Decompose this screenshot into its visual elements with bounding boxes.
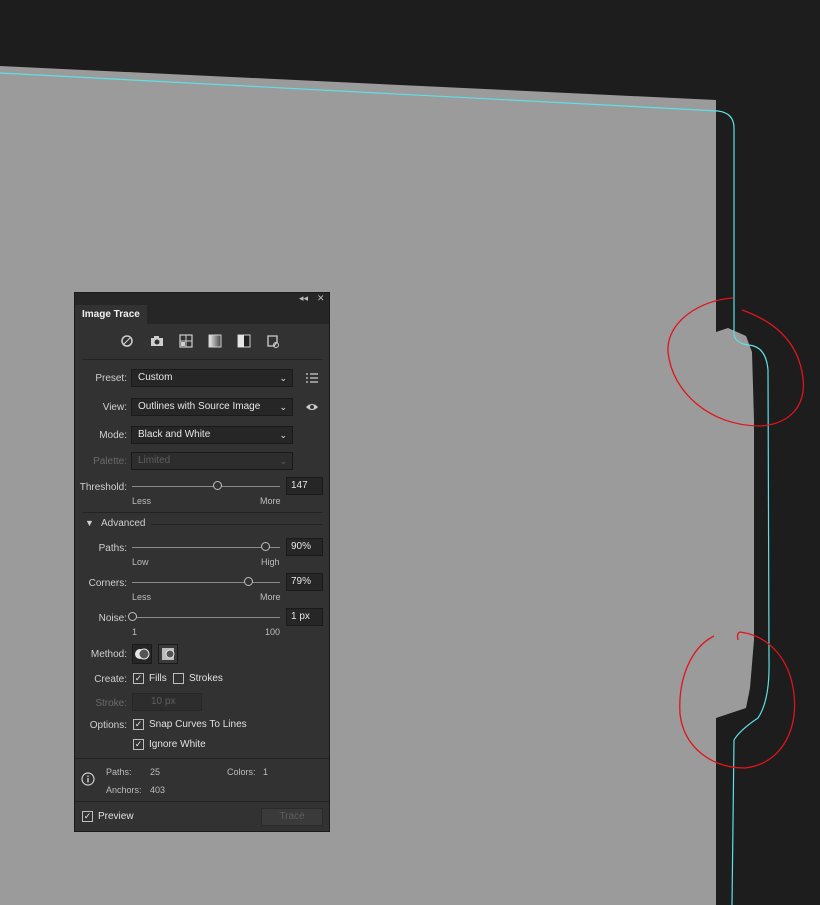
fills-checkbox[interactable]: ✓ xyxy=(133,673,144,684)
grayscale-icon[interactable] xyxy=(207,333,223,349)
collapse-icon[interactable]: ◂◂ xyxy=(299,293,308,304)
fills-label: Fills xyxy=(149,673,167,684)
palette-value: Limited xyxy=(138,455,171,466)
divider xyxy=(83,512,323,513)
info-icon xyxy=(81,772,95,786)
paths-slider-handle[interactable] xyxy=(260,542,270,551)
snap-curves-checkbox[interactable]: ✓ xyxy=(133,719,144,730)
preview-label: Preview xyxy=(98,811,134,822)
mode-value: Black and White xyxy=(138,429,211,440)
noise-label: Noise: xyxy=(98,613,127,624)
close-icon[interactable]: ✕ xyxy=(317,293,325,304)
advanced-label: Advanced xyxy=(101,518,146,529)
threshold-slider[interactable] xyxy=(132,481,280,490)
chevron-down-icon: ⌄ xyxy=(279,456,287,466)
threshold-label: Threshold: xyxy=(79,482,127,493)
noise-max-label: 100 xyxy=(265,627,281,637)
strokes-label: Strokes xyxy=(189,673,223,684)
create-label: Create: xyxy=(94,674,127,685)
threshold-max-label: More xyxy=(260,496,281,506)
threshold-min-label: Less xyxy=(132,496,152,506)
corners-slider-handle[interactable] xyxy=(244,577,254,586)
chevron-down-icon: ⌄ xyxy=(279,430,287,440)
ignore-white-checkbox[interactable]: ✓ xyxy=(133,739,144,750)
view-dropdown[interactable]: Outlines with Source Image ⌄ xyxy=(131,398,293,416)
divider xyxy=(83,359,323,360)
panel-tabbar: Image Trace xyxy=(75,305,329,324)
method-label: Method: xyxy=(90,649,127,660)
paths-max-label: High xyxy=(261,557,280,567)
stroke-label: Stroke: xyxy=(95,698,127,709)
palette-label: Palette: xyxy=(93,456,127,467)
auto-color-icon[interactable] xyxy=(119,333,135,349)
paths-min-label: Low xyxy=(132,557,149,567)
preview-checkbox[interactable]: ✓ xyxy=(82,811,93,822)
chevron-down-icon: ⌄ xyxy=(279,402,287,412)
mode-label: Mode: xyxy=(99,430,127,441)
options-label: Options: xyxy=(89,720,127,731)
black-white-icon[interactable] xyxy=(236,333,252,349)
panel-titlebar: ◂◂ ✕ xyxy=(75,293,329,305)
info-colors-label: Colors: xyxy=(227,767,256,777)
low-color-icon[interactable] xyxy=(178,333,194,349)
info-paths-value: 25 xyxy=(150,767,161,777)
method-abutting-button[interactable] xyxy=(132,644,152,664)
divider xyxy=(151,524,323,525)
palette-dropdown: Limited ⌄ xyxy=(131,452,293,470)
triangle-down-icon: ▼ xyxy=(85,518,94,528)
divider xyxy=(75,758,329,759)
threshold-slider-handle[interactable] xyxy=(212,481,222,490)
info-anchors-value: 403 xyxy=(150,785,166,795)
corners-min-label: Less xyxy=(132,592,152,602)
preset-manager-icon[interactable] xyxy=(306,372,318,384)
snap-curves-label: Snap Curves To Lines xyxy=(149,719,247,730)
chevron-down-icon: ⌄ xyxy=(279,373,287,383)
trace-button: Trace xyxy=(261,808,323,826)
method-overlapping-button[interactable] xyxy=(158,644,178,664)
abutting-icon xyxy=(135,648,150,660)
paths-input[interactable]: 90% xyxy=(286,538,323,556)
divider xyxy=(75,801,329,802)
preset-value: Custom xyxy=(138,372,173,383)
corners-input[interactable]: 79% xyxy=(286,573,323,591)
noise-min-label: 1 xyxy=(132,627,138,637)
corners-max-label: More xyxy=(260,592,281,602)
corners-label: Corners: xyxy=(88,578,127,589)
info-paths-label: Paths: xyxy=(106,767,132,777)
corners-slider[interactable] xyxy=(132,577,280,586)
image-trace-panel: ◂◂ ✕ Image Trace Preset: Custom ⌄ View: … xyxy=(74,292,330,832)
overlapping-icon xyxy=(162,648,175,660)
mode-dropdown[interactable]: Black and White ⌄ xyxy=(131,426,293,444)
preset-dropdown[interactable]: Custom ⌄ xyxy=(131,369,293,387)
stroke-input: 10 px xyxy=(132,693,202,711)
noise-slider[interactable] xyxy=(127,612,280,621)
preset-label: Preset: xyxy=(95,373,127,384)
info-anchors-label: Anchors: xyxy=(106,785,142,795)
noise-input[interactable]: 1 px xyxy=(286,608,323,626)
noise-slider-handle[interactable] xyxy=(127,612,137,621)
outline-icon[interactable] xyxy=(265,333,281,349)
paths-slider[interactable] xyxy=(132,542,280,551)
view-value: Outlines with Source Image xyxy=(138,401,261,412)
view-label: View: xyxy=(102,402,127,413)
strokes-checkbox[interactable] xyxy=(173,673,184,684)
eye-icon[interactable] xyxy=(305,402,319,412)
paths-label: Paths: xyxy=(98,543,127,554)
threshold-input[interactable]: 147 xyxy=(286,477,323,495)
info-colors-value: 1 xyxy=(263,767,269,777)
ignore-white-label: Ignore White xyxy=(149,739,206,750)
tab-image-trace[interactable]: Image Trace xyxy=(75,305,147,324)
camera-icon[interactable] xyxy=(149,333,165,349)
